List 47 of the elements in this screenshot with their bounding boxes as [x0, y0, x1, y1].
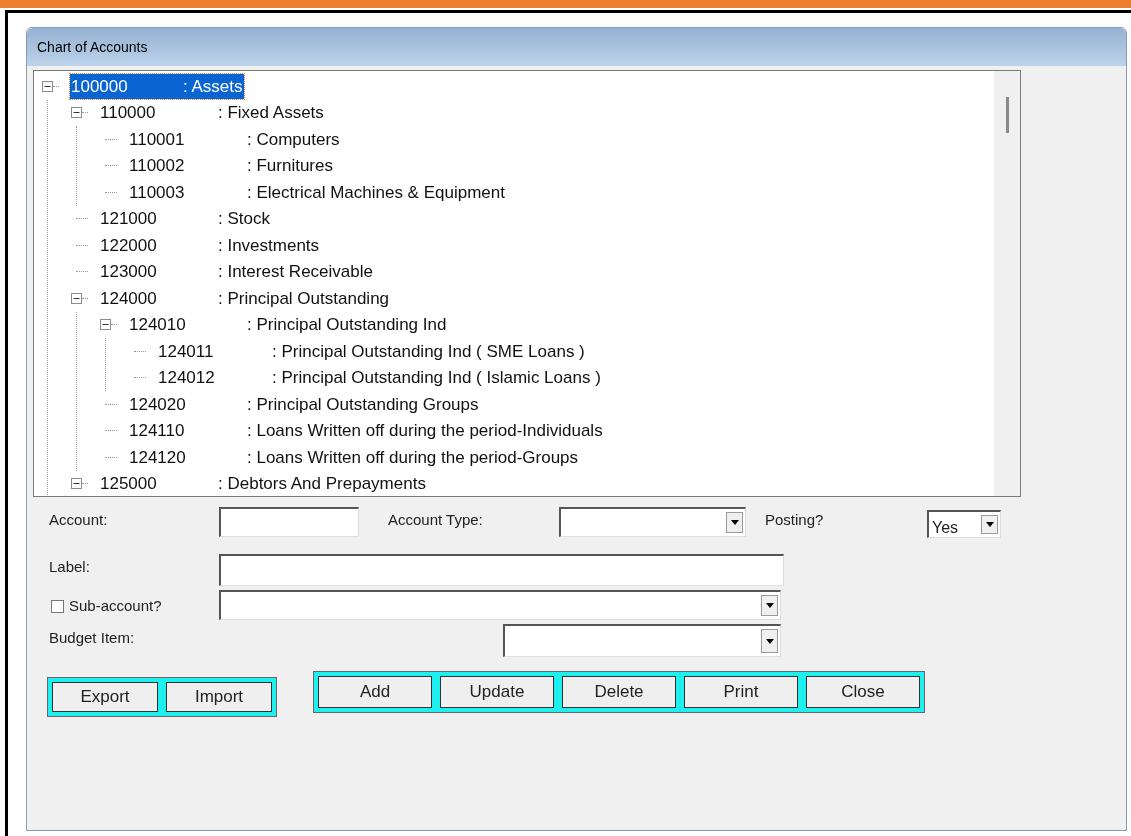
tree-item[interactable]: 124120 : Loans Written off during the period-Groups: [128, 444, 580, 470]
tree-item[interactable]: 124012 : Principal Outstanding Ind ( Islamic Loans ): [157, 365, 602, 391]
field-label: Budget Item:: [49, 628, 135, 648]
collapse-icon[interactable]: [71, 107, 82, 119]
account-type-dropdown[interactable]: [559, 507, 746, 537]
toolbar-button[interactable]: Update: [440, 676, 554, 708]
field-label: Posting?: [765, 510, 824, 530]
tree-item[interactable]: 125000 : Debtors And Prepayments: [99, 471, 427, 496]
toolbar-button[interactable]: Print: [684, 676, 798, 708]
toolbar-button[interactable]: Close: [806, 676, 920, 708]
collapse-icon[interactable]: [71, 478, 82, 490]
collapse-icon[interactable]: [71, 292, 82, 304]
tree-item[interactable]: 110002 : Furnitures: [128, 153, 334, 179]
tree-item[interactable]: 123000 : Interest Receivable: [99, 259, 374, 285]
toolbar-button[interactable]: Export: [52, 682, 158, 712]
tree-item[interactable]: 122000 : Investments: [99, 232, 321, 258]
tree-item[interactable]: 124011 : Principal Outstanding Ind ( SME Loans ): [157, 338, 586, 364]
field-label: Account:: [49, 510, 108, 530]
tree-item[interactable]: 100000 : Assets: [70, 73, 244, 99]
tree-item[interactable]: 110003 : Electrical Machines & Equipment: [128, 179, 506, 205]
tree-item[interactable]: 110000 : Fixed Assets: [99, 100, 325, 126]
window-title: Chart of Accounts: [37, 37, 148, 57]
field-label: Account Type:: [388, 510, 483, 530]
sub-account-dropdown[interactable]: [219, 590, 781, 620]
sub-account-checkbox[interactable]: Sub-account?: [51, 595, 162, 618]
label-field[interactable]: [219, 554, 784, 586]
dropdown-arrow-icon: [730, 520, 739, 525]
posting-dropdown[interactable]: Yes: [927, 510, 1001, 538]
tree-item[interactable]: 124010 : Principal Outstanding Ind: [128, 312, 448, 338]
field-label: Label:: [49, 557, 90, 577]
tree-item[interactable]: 124000 : Principal Outstanding: [99, 285, 391, 311]
dropdown-arrow-icon: [985, 522, 994, 527]
toolbar-button[interactable]: Delete: [562, 676, 676, 708]
dropdown-arrow-icon: [765, 603, 774, 608]
tree-item[interactable]: 124110 : Loans Written off during the period-Individuals: [128, 418, 604, 444]
dropdown-arrow-icon: [765, 638, 774, 644]
tree-item[interactable]: 124020 : Principal Outstanding Groups: [128, 391, 480, 417]
tree-item[interactable]: 121000 : Stock: [99, 206, 271, 232]
collapse-icon[interactable]: [100, 319, 111, 331]
scrollbar[interactable]: [994, 71, 1020, 496]
toolbar-button[interactable]: Add: [318, 676, 432, 708]
account-tree[interactable]: [33, 70, 1021, 497]
toolbar-button[interactable]: Import: [166, 682, 272, 712]
account-field[interactable]: [219, 507, 359, 537]
collapse-icon[interactable]: [42, 80, 53, 92]
budget-item-dropdown[interactable]: [503, 624, 781, 657]
tree-item[interactable]: 110001 : Computers: [128, 126, 341, 152]
